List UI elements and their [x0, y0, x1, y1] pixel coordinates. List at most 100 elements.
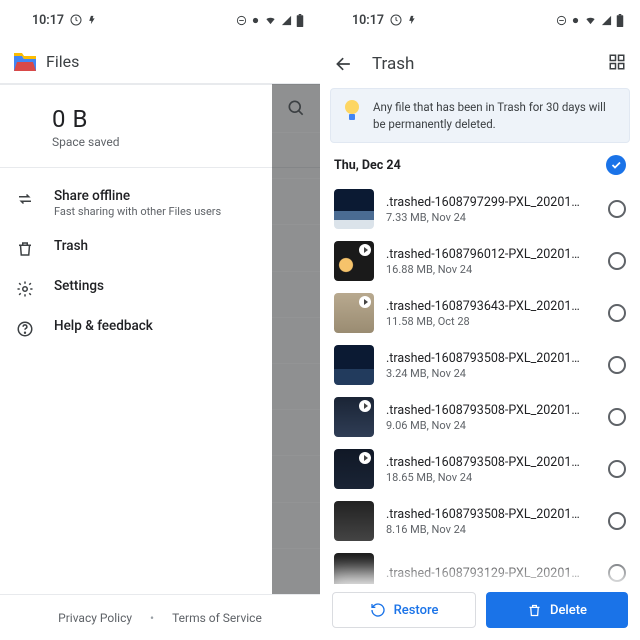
file-name: .trashed-1608793508-PXL_20201… — [386, 351, 596, 366]
file-meta: 3.24 MB, Nov 24 — [386, 367, 596, 380]
left-phone: 10:17 Files 0 B Space saved Share offlin… — [0, 0, 320, 640]
scrim-overlay — [272, 84, 320, 594]
select-checkbox[interactable] — [608, 512, 626, 530]
app-bar: Files — [0, 40, 320, 84]
bolt-icon — [88, 14, 98, 26]
status-app-icon — [390, 14, 402, 26]
play-badge-icon — [359, 452, 371, 464]
app-title: Files — [46, 52, 79, 71]
dot-icon — [571, 16, 580, 25]
file-row[interactable]: .trashed-1608793508-PXL_20201…8.16 MB, N… — [320, 495, 640, 547]
file-row[interactable]: .trashed-1608793643-PXL_20201…11.58 MB, … — [320, 287, 640, 339]
file-name: .trashed-1608793508-PXL_20201… — [386, 507, 596, 522]
drawer-item-title: Help & feedback — [54, 318, 153, 334]
file-meta: 18.65 MB, Nov 24 — [386, 471, 596, 484]
dot-icon — [251, 16, 260, 25]
file-row[interactable]: .trashed-1608793508-PXL_20201…3.24 MB, N… — [320, 339, 640, 391]
file-meta: 9.06 MB, Nov 24 — [386, 419, 596, 432]
trash-icon — [14, 240, 36, 258]
grid-icon — [608, 53, 626, 71]
signal-icon — [281, 15, 292, 26]
restore-icon — [370, 602, 386, 618]
file-meta: 16.88 MB, Nov 24 — [386, 263, 596, 276]
status-time: 10:17 — [352, 13, 384, 28]
wifi-icon — [584, 15, 597, 26]
status-app-icon — [70, 14, 82, 26]
date-header-row: Thu, Dec 24 — [320, 151, 640, 183]
select-all-toggle[interactable] — [606, 155, 626, 175]
file-meta: 11.58 MB, Oct 28 — [386, 315, 596, 328]
right-phone: 10:17 Trash Any file that has been in Tr… — [320, 0, 640, 640]
lightbulb-icon — [343, 99, 361, 127]
battery-icon — [616, 14, 624, 27]
trash-icon — [527, 603, 542, 618]
dnd-icon — [236, 15, 247, 26]
restore-button[interactable]: Restore — [332, 592, 476, 628]
search-button[interactable] — [272, 84, 320, 132]
file-meta: 7.33 MB, Nov 24 — [386, 211, 596, 224]
signal-icon — [601, 15, 612, 26]
info-banner: Any file that has been in Trash for 30 d… — [330, 88, 630, 143]
swap-icon — [14, 190, 36, 208]
wifi-icon — [264, 15, 277, 26]
drawer-item-title: Settings — [54, 278, 104, 294]
file-name: .trashed-1608793508-PXL_20201… — [386, 455, 596, 470]
file-meta: 8.16 MB, Nov 24 — [386, 523, 596, 536]
drawer-item-title: Trash — [54, 238, 88, 254]
drawer-item-title: Share offline — [54, 188, 221, 204]
file-thumbnail — [334, 189, 374, 229]
select-checkbox[interactable] — [608, 408, 626, 426]
file-thumbnail — [334, 293, 374, 333]
bolt-icon — [408, 14, 418, 26]
date-header: Thu, Dec 24 — [334, 158, 401, 173]
battery-icon — [296, 14, 304, 27]
select-checkbox[interactable] — [608, 460, 626, 478]
gear-icon — [14, 280, 36, 298]
file-name: .trashed-1608793508-PXL_20201… — [386, 403, 596, 418]
play-badge-icon — [359, 296, 371, 308]
back-button[interactable] — [334, 54, 354, 74]
restore-label: Restore — [394, 603, 439, 618]
select-checkbox[interactable] — [608, 564, 626, 582]
file-thumbnail — [334, 241, 374, 281]
file-name: .trashed-1608796012-PXL_20201… — [386, 247, 596, 262]
check-icon — [610, 159, 622, 171]
dnd-icon — [556, 15, 567, 26]
delete-label: Delete — [550, 603, 587, 618]
help-icon — [14, 320, 36, 338]
file-thumbnail — [334, 397, 374, 437]
terms-link[interactable]: Terms of Service — [172, 611, 262, 625]
status-bar: 10:17 — [0, 0, 320, 40]
file-row[interactable]: .trashed-1608793508-PXL_20201…9.06 MB, N… — [320, 391, 640, 443]
delete-button[interactable]: Delete — [486, 592, 628, 628]
arrow-left-icon — [334, 54, 354, 74]
view-grid-button[interactable] — [608, 53, 626, 75]
title-bar: Trash — [320, 40, 640, 88]
file-row[interactable]: .trashed-1608793508-PXL_20201…18.65 MB, … — [320, 443, 640, 495]
select-checkbox[interactable] — [608, 356, 626, 374]
status-bar: 10:17 — [320, 0, 640, 40]
file-thumbnail — [334, 449, 374, 489]
file-name: .trashed-1608793129-PXL_20201… — [386, 566, 596, 581]
file-row[interactable]: .trashed-1608796012-PXL_20201…16.88 MB, … — [320, 235, 640, 287]
drawer-item-subtitle: Fast sharing with other Files users — [54, 205, 221, 218]
select-checkbox[interactable] — [608, 200, 626, 218]
banner-text: Any file that has been in Trash for 30 d… — [373, 99, 617, 132]
files-logo-icon — [14, 53, 36, 71]
file-row[interactable]: .trashed-1608797299-PXL_20201…7.33 MB, N… — [320, 183, 640, 235]
privacy-link[interactable]: Privacy Policy — [58, 611, 132, 625]
select-checkbox[interactable] — [608, 304, 626, 322]
search-icon — [286, 98, 306, 118]
select-checkbox[interactable] — [608, 252, 626, 270]
drawer-footer: Privacy Policy • Terms of Service — [0, 594, 320, 640]
status-time: 10:17 — [32, 13, 64, 28]
page-title: Trash — [372, 54, 590, 74]
action-bar: Restore Delete — [320, 584, 640, 640]
play-badge-icon — [359, 244, 371, 256]
file-list[interactable]: .trashed-1608797299-PXL_20201…7.33 MB, N… — [320, 183, 640, 640]
file-name: .trashed-1608793643-PXL_20201… — [386, 299, 596, 314]
file-name: .trashed-1608797299-PXL_20201… — [386, 195, 596, 210]
file-thumbnail — [334, 501, 374, 541]
file-thumbnail — [334, 345, 374, 385]
play-badge-icon — [359, 400, 371, 412]
